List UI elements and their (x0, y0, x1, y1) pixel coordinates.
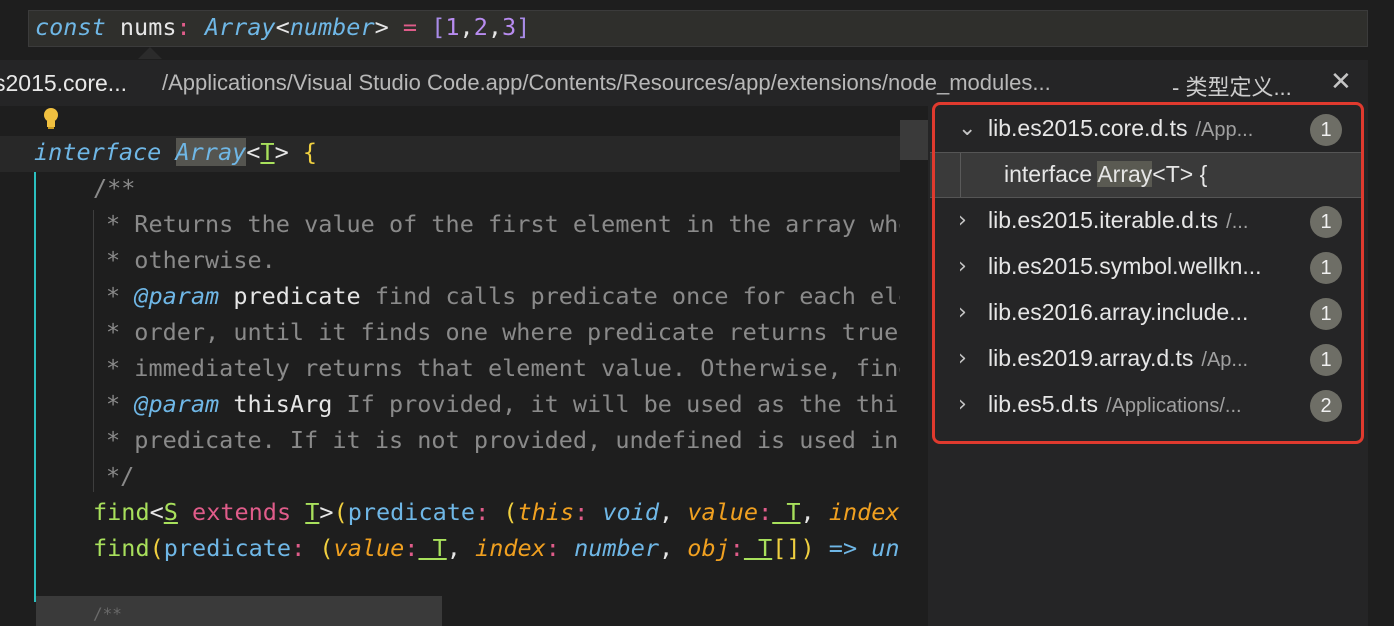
type-void: void (588, 498, 660, 526)
type-number: number (289, 13, 375, 41)
comment-line: * immediately returns that element value… (106, 354, 913, 382)
type-number: number (559, 534, 659, 562)
param-index: index (460, 534, 546, 562)
param-value: value (673, 498, 759, 526)
code-text[interactable]: const nums: Array<number> = [1,2,3] (35, 13, 530, 41)
scrollbar-thumb[interactable] (900, 120, 928, 160)
param-this: this (517, 498, 575, 526)
comment-line: * otherwise. (106, 246, 276, 274)
bracket-open: [ (431, 13, 446, 41)
comment-line: * order, until it finds one where predic… (106, 318, 913, 346)
gt: > (374, 13, 389, 41)
param-name: thisArg (219, 390, 333, 418)
colon: : (176, 13, 191, 41)
comment-line: * @param predicate find calls predicate … (106, 282, 912, 310)
lt: < (246, 138, 261, 166)
paren: ( (149, 534, 164, 562)
colon: : (404, 534, 419, 562)
jsdoc-tag: @param (134, 390, 220, 418)
lightbulb-icon[interactable] (38, 106, 64, 136)
param-index: index (814, 498, 900, 526)
type-param-t: T (305, 498, 320, 526)
colon: : (475, 498, 490, 526)
type-param-t: T (772, 498, 801, 526)
param-name: predicate (219, 282, 361, 310)
paren: ( (305, 534, 334, 562)
variable-name: nums (119, 13, 177, 41)
colon: : (545, 534, 560, 562)
paren: ( (489, 498, 518, 526)
colon: : (291, 534, 306, 562)
comment-text: find calls predicate once for each ele (360, 282, 913, 310)
gt: > (274, 138, 289, 166)
type-param-t: T (418, 534, 447, 562)
bracket-close: ] (516, 13, 531, 41)
keyword-interface: interface (34, 138, 162, 166)
jsdoc-tag: @param (134, 282, 220, 310)
param-obj: obj (673, 534, 730, 562)
comment-star: * (106, 282, 135, 310)
type-array[interactable]: Array (205, 13, 276, 41)
array-paren: []) (772, 534, 815, 562)
close-icon[interactable]: ✕ (1330, 66, 1352, 97)
type-param-s: S (163, 498, 178, 526)
type-param-t: T (743, 534, 773, 562)
peek-editor[interactable]: interface Array<T> { /** * Returns the v… (0, 106, 928, 626)
editor-scrollbar[interactable] (900, 106, 928, 626)
brace: { (302, 138, 318, 166)
peek-kind-label: - 类型定义... (1172, 75, 1292, 100)
num-2: 2 (473, 13, 488, 41)
keyword-extends: extends (177, 498, 306, 526)
comment-text: If provided, it will be used as the this (332, 390, 913, 418)
comma: , (659, 498, 674, 526)
arrow: => (814, 534, 858, 562)
colon: : (758, 498, 773, 526)
comment-line: /** (93, 604, 122, 623)
type-param-t: T (260, 138, 275, 166)
annotation-highlight-box (932, 102, 1364, 444)
comma: , (446, 534, 461, 562)
comma: , (659, 534, 674, 562)
colon: : (729, 534, 744, 562)
comment-star: * (106, 390, 135, 418)
keyword-const: const (35, 13, 106, 41)
method-find: find (93, 534, 150, 562)
symbol-array: Array (175, 138, 247, 166)
window-edge (1368, 0, 1394, 626)
code-line-find: find(predicate: (value: T, index: number… (93, 534, 914, 562)
comma: , (800, 498, 815, 526)
peek-file-path: /Applications/Visual Studio Code.app/Con… (162, 70, 1051, 95)
peek-caret-icon (138, 47, 162, 59)
comment-line: * predicate. If it is not provided, unde… (106, 426, 913, 454)
comment-line: * @param thisArg If provided, it will be… (106, 390, 912, 418)
comma-2: , (487, 13, 503, 41)
peek-file-name[interactable]: s2015.core... (0, 70, 127, 97)
comment-line: /** (93, 174, 136, 202)
paren: ( (333, 498, 348, 526)
code-line-interface: interface Array<T> { (34, 138, 317, 166)
code-line-find-generic: find<S extends T>(predicate: (this: void… (93, 498, 914, 526)
peek-view-header: s2015.core... /Applications/Visual Studi… (0, 60, 1368, 106)
param-predicate: predicate (163, 534, 292, 562)
lt: < (275, 13, 290, 41)
param-value: value (333, 534, 405, 562)
num-3: 3 (502, 13, 517, 41)
equals: = (402, 13, 418, 41)
gt: > (319, 498, 334, 526)
num-1: 1 (445, 13, 460, 41)
comment-line: */ (106, 462, 135, 490)
indent-guide-comment (93, 210, 94, 492)
lt: < (149, 498, 164, 526)
indent-guide (34, 172, 36, 602)
comma-1: , (459, 13, 474, 41)
code-line-nums: const nums: Array<number> = [1,2,3] (0, 0, 1394, 58)
comment-line: * Returns the value of the first element… (106, 210, 913, 238)
method-find: find (93, 498, 150, 526)
colon: : (574, 498, 589, 526)
param-predicate: predicate (347, 498, 476, 526)
